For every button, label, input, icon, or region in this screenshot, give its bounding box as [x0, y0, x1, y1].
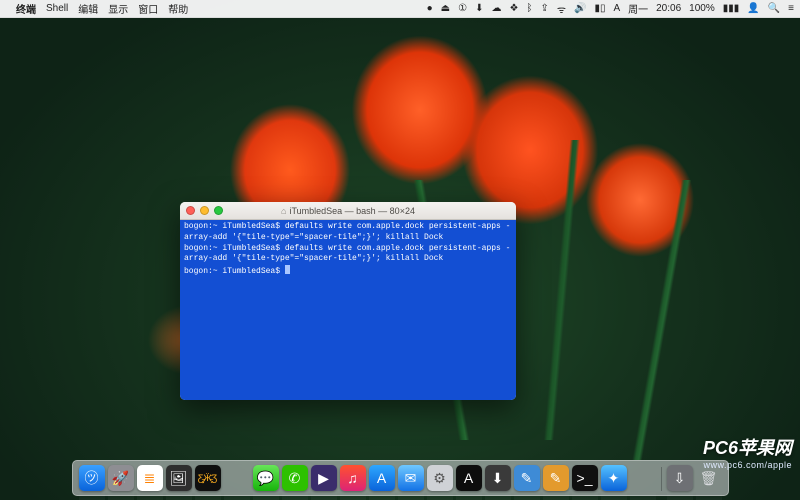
- menu-shell[interactable]: Shell: [46, 3, 68, 14]
- terminal-line: bogon:~ iTumbledSea$ defaults write com.…: [184, 244, 512, 266]
- eject-icon[interactable]: ⏏: [441, 3, 450, 14]
- input-source-icon[interactable]: A: [613, 3, 620, 14]
- dock-wechat[interactable]: ✆: [282, 465, 308, 491]
- dock-download[interactable]: ⬇: [485, 465, 511, 491]
- window-title: iTumbledSea — bash — 80×24: [289, 206, 415, 216]
- dock-separator: [661, 467, 662, 491]
- spotlight-icon[interactable]: 🔍: [768, 3, 780, 14]
- dock-spacer2[interactable]: [630, 465, 656, 491]
- dock-launchpad[interactable]: 🚀: [108, 465, 134, 491]
- dock-messages[interactable]: 💬: [253, 465, 279, 491]
- menubar: 终端 Shell 编辑 显示 窗口 帮助 ● ⏏ ① ⬇ ☁ ❖ ᛒ ⇪ ᯤ 🔊…: [0, 0, 800, 18]
- terminal-window[interactable]: ⌂ iTumbledSea — bash — 80×24 bogon:~ iTu…: [180, 202, 516, 400]
- status-dot-icon[interactable]: ●: [427, 3, 433, 14]
- terminal-prompt: bogon:~ iTumbledSea$: [184, 265, 512, 278]
- dock-reminders[interactable]: ≣: [137, 465, 163, 491]
- watermark-url: www.pc6.com/apple: [703, 460, 792, 470]
- watermark-title: PC6苹果网: [703, 434, 792, 460]
- bluetooth-icon[interactable]: ᛒ: [526, 3, 532, 14]
- home-icon: ⌂: [281, 206, 286, 216]
- dock-folder[interactable]: ✎: [514, 465, 540, 491]
- clock-day[interactable]: 周一: [628, 1, 648, 16]
- diamond-icon[interactable]: ❖: [509, 3, 518, 14]
- menubar-right: ● ⏏ ① ⬇ ☁ ❖ ᛒ ⇪ ᯤ 🔊 ▮▯ A 周一 20:06 100% ▮…: [427, 1, 794, 16]
- battery2-icon[interactable]: ▮▯: [594, 3, 605, 14]
- dock-notes[interactable]: ✎: [543, 465, 569, 491]
- notification-center-icon[interactable]: ≡: [788, 3, 794, 14]
- battery-percent[interactable]: 100%: [689, 3, 715, 14]
- dock-appstore[interactable]: A: [369, 465, 395, 491]
- zoom-button[interactable]: [214, 206, 223, 215]
- menu-view[interactable]: 显示: [108, 1, 128, 16]
- volume-icon[interactable]: 🔊: [574, 3, 586, 14]
- download-icon[interactable]: ⬇: [475, 3, 483, 14]
- terminal-line: bogon:~ iTumbledSea$ defaults write com.…: [184, 222, 512, 244]
- menu-window[interactable]: 窗口: [138, 1, 158, 16]
- cloud-icon[interactable]: ☁: [491, 3, 501, 14]
- dock-preview[interactable]: 🖼: [166, 465, 192, 491]
- minimize-button[interactable]: [200, 206, 209, 215]
- cursor: [285, 265, 290, 274]
- menu-help[interactable]: 帮助: [168, 1, 188, 16]
- close-button[interactable]: [186, 206, 195, 215]
- dock-downloads-stack[interactable]: ⇩: [667, 465, 693, 491]
- wifi-icon[interactable]: ᯤ: [557, 2, 566, 16]
- watermark: PC6苹果网 www.pc6.com/apple: [703, 434, 792, 470]
- dock-spacer1[interactable]: [224, 465, 250, 491]
- window-titlebar[interactable]: ⌂ iTumbledSea — bash — 80×24: [180, 202, 516, 220]
- dock-butterfly[interactable]: Ƹ̵̡Ӝ̵̨̄Ʒ: [195, 465, 221, 491]
- dock: ㋡🚀≣🖼Ƹ̵̡Ӝ̵̨̄Ʒ💬✆▶♫A✉⚙A⬇✎✎>_✦⇩🗑: [72, 460, 729, 496]
- user-icon[interactable]: 👤: [747, 3, 759, 14]
- battery-icon[interactable]: ▮▮▮: [723, 3, 740, 14]
- dock-safari[interactable]: ✦: [601, 465, 627, 491]
- clock-time[interactable]: 20:06: [656, 3, 681, 14]
- dock-finder[interactable]: ㋡: [79, 465, 105, 491]
- circled-one-icon[interactable]: ①: [458, 3, 467, 14]
- dock-mail[interactable]: ✉: [398, 465, 424, 491]
- app-menu-name[interactable]: 终端: [16, 1, 36, 16]
- dock-settings[interactable]: ⚙: [427, 465, 453, 491]
- dock-fontbook[interactable]: A: [456, 465, 482, 491]
- dock-itunes[interactable]: ♫: [340, 465, 366, 491]
- caps-icon[interactable]: ⇪: [540, 3, 548, 14]
- dock-terminal[interactable]: >_: [572, 465, 598, 491]
- terminal-content[interactable]: bogon:~ iTumbledSea$ defaults write com.…: [180, 220, 516, 400]
- menu-edit[interactable]: 编辑: [78, 1, 98, 16]
- dock-mpv[interactable]: ▶: [311, 465, 337, 491]
